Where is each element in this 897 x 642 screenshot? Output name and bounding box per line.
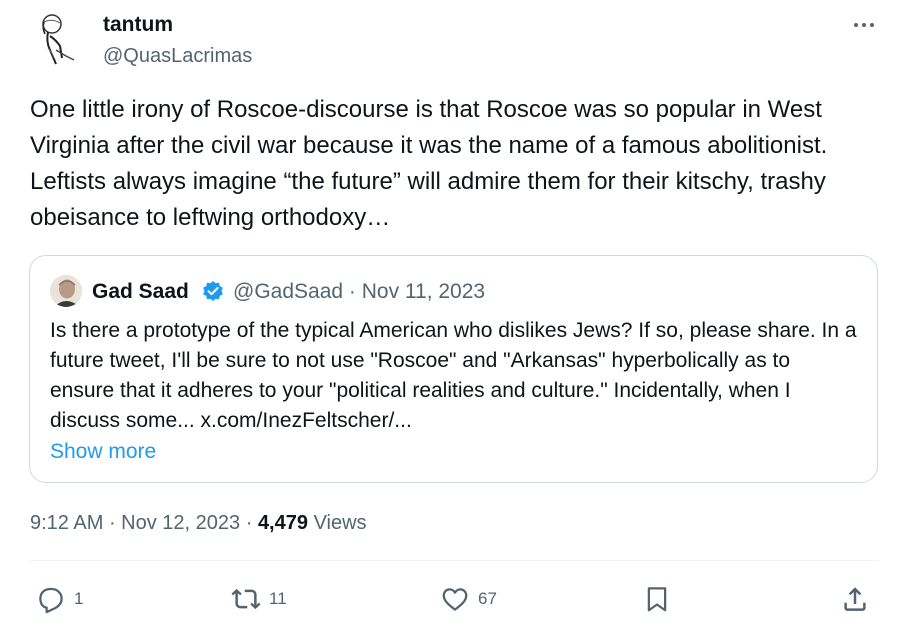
tweet-meta: 9:12 AM · Nov 12, 2023 · 4,479 Views: [30, 510, 367, 536]
author-avatar[interactable]: [30, 10, 86, 66]
repost-count: 11: [269, 589, 287, 608]
verified-badge-icon: [202, 280, 224, 302]
share-icon: [844, 587, 866, 611]
quote-meta: @GadSaad · Nov 11, 2023: [233, 279, 485, 305]
quoted-tweet[interactable]: Gad Saad @GadSaad · Nov 11, 2023 Is ther…: [29, 255, 878, 483]
bookmark-icon: [647, 587, 667, 612]
more-horizontal-icon: [854, 23, 874, 27]
share-button[interactable]: [840, 582, 870, 616]
quote-text: Is there a prototype of the typical Amer…: [50, 319, 857, 432]
repost-button[interactable]: 11: [231, 582, 287, 616]
reply-icon: [39, 587, 63, 614]
separator-dot: ·: [245, 512, 258, 534]
separator-dot: ·: [348, 280, 362, 303]
like-count: 67: [478, 589, 497, 608]
quote-date[interactable]: Nov 11, 2023: [362, 280, 485, 303]
separator-dot: ·: [108, 512, 122, 534]
views-label: Views: [313, 512, 367, 534]
divider: [30, 560, 879, 561]
tweet-time[interactable]: 9:12 AM: [30, 512, 103, 534]
author-name[interactable]: tantum: [103, 12, 173, 38]
views-count: 4,479: [257, 512, 308, 534]
quote-author-handle[interactable]: @GadSaad: [233, 280, 343, 303]
repost-icon: [231, 588, 261, 610]
tweet-text: One little irony of Roscoe-discourse is …: [30, 96, 828, 231]
show-more-link[interactable]: Show more: [50, 437, 156, 467]
reply-count: 1: [74, 589, 84, 608]
like-button[interactable]: 67: [440, 582, 497, 616]
quote-author-name[interactable]: Gad Saad: [92, 279, 189, 305]
bookmark-button[interactable]: [642, 582, 672, 616]
quote-author-avatar[interactable]: [50, 275, 82, 307]
author-handle[interactable]: @QuasLacrimas: [103, 43, 252, 69]
more-options-button[interactable]: [846, 12, 882, 38]
tweet-date[interactable]: Nov 12, 2023: [121, 512, 240, 534]
reply-button[interactable]: 1: [36, 582, 83, 616]
heart-icon: [442, 588, 468, 611]
